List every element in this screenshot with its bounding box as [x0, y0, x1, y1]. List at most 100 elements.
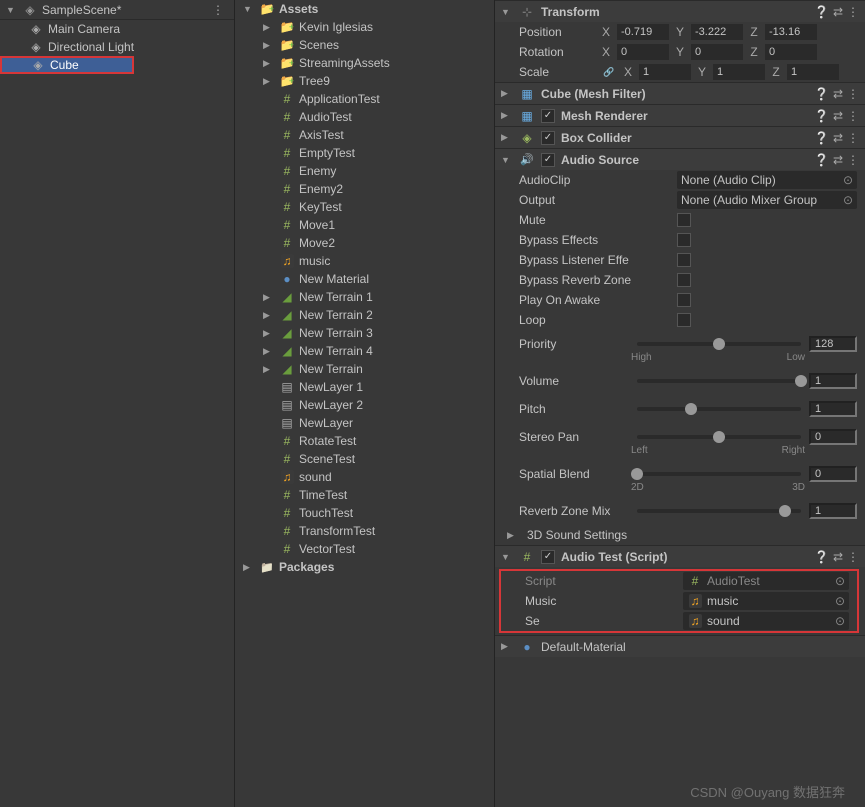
project-asset-NewLayer 1[interactable]: NewLayer 1	[235, 378, 494, 396]
se-field[interactable]: sound⊙	[683, 612, 849, 630]
foldout-icon[interactable]: ▶	[263, 292, 275, 303]
pitch-input[interactable]	[809, 401, 857, 417]
project-asset-ApplicationTest[interactable]: ApplicationTest	[235, 90, 494, 108]
transform-header[interactable]: ▼ Transform ❔ ⇄ ⋮	[495, 0, 865, 22]
foldout-icon[interactable]: ▶	[263, 22, 275, 33]
menu-icon[interactable]: ⋮	[847, 153, 859, 167]
default-material-header[interactable]: ▶ Default-Material	[495, 635, 865, 657]
project-folder[interactable]: ▶Tree9	[235, 72, 494, 90]
project-asset-AudioTest[interactable]: AudioTest	[235, 108, 494, 126]
foldout-icon[interactable]: ▼	[243, 4, 255, 14]
project-asset-VectorTest[interactable]: VectorTest	[235, 540, 494, 558]
bypass-effects-checkbox[interactable]	[677, 233, 691, 247]
output-field[interactable]: None (Audio Mixer Group⊙	[677, 191, 857, 209]
link-icon[interactable]	[601, 64, 617, 80]
project-asset-TouchTest[interactable]: TouchTest	[235, 504, 494, 522]
foldout-icon[interactable]: ▶	[263, 364, 275, 375]
object-picker-icon[interactable]: ⊙	[835, 574, 845, 588]
foldout-icon[interactable]: ▶	[263, 328, 275, 339]
foldout-icon[interactable]: ▼	[501, 7, 513, 17]
foldout-icon[interactable]: ▶	[501, 132, 513, 143]
preset-icon[interactable]: ⇄	[833, 5, 843, 19]
position-y-input[interactable]	[691, 24, 743, 40]
stereoPan-input[interactable]	[809, 429, 857, 445]
3d-sound-settings[interactable]: ▶ 3D Sound Settings	[495, 525, 865, 545]
foldout-icon[interactable]: ▶	[501, 88, 513, 99]
project-folder[interactable]: ▶Scenes	[235, 36, 494, 54]
project-asset-TimeTest[interactable]: TimeTest	[235, 486, 494, 504]
foldout-icon[interactable]: ▶	[501, 641, 513, 652]
foldout-icon[interactable]: ▶	[263, 346, 275, 357]
menu-icon[interactable]: ⋮	[847, 5, 859, 19]
component-header[interactable]: ▶Box Collider❔⇄⋮	[495, 126, 865, 148]
preset-icon[interactable]: ⇄	[833, 550, 843, 564]
project-asset-Move1[interactable]: Move1	[235, 216, 494, 234]
foldout-icon[interactable]: ▼	[501, 155, 513, 165]
mute-checkbox[interactable]	[677, 213, 691, 227]
stereoPan-slider[interactable]	[637, 435, 801, 439]
hierarchy-item-directional-light[interactable]: Directional Light	[0, 38, 234, 56]
project-packages[interactable]: ▶ Packages	[235, 558, 494, 576]
spatialBlend-input[interactable]	[809, 466, 857, 482]
component-enabled-checkbox[interactable]	[541, 109, 555, 123]
help-icon[interactable]: ❔	[814, 109, 829, 123]
hierarchy-item-cube[interactable]: Cube	[0, 56, 134, 74]
rotation-z-input[interactable]	[765, 44, 817, 60]
foldout-icon[interactable]: ▶	[263, 58, 275, 69]
volume-input[interactable]	[809, 373, 857, 389]
preset-icon[interactable]: ⇄	[833, 87, 843, 101]
component-header[interactable]: ▶Cube (Mesh Filter)❔⇄⋮	[495, 82, 865, 104]
scale-x-input[interactable]	[639, 64, 691, 80]
preset-icon[interactable]: ⇄	[833, 131, 843, 145]
component-enabled-checkbox[interactable]	[541, 131, 555, 145]
project-asset-New Terrain 4[interactable]: ▶New Terrain 4	[235, 342, 494, 360]
hierarchy-scene-header[interactable]: ▼ SampleScene* ⋮	[0, 0, 234, 20]
object-picker-icon[interactable]: ⊙	[835, 594, 845, 608]
audio-source-header[interactable]: ▼ Audio Source ❔⇄⋮	[495, 148, 865, 170]
object-picker-icon[interactable]: ⊙	[835, 614, 845, 628]
menu-icon[interactable]: ⋮	[847, 550, 859, 564]
project-asset-TransformTest[interactable]: TransformTest	[235, 522, 494, 540]
foldout-icon[interactable]: ▶	[243, 562, 255, 573]
project-asset-SceneTest[interactable]: SceneTest	[235, 450, 494, 468]
project-asset-KeyTest[interactable]: KeyTest	[235, 198, 494, 216]
project-asset-EmptyTest[interactable]: EmptyTest	[235, 144, 494, 162]
foldout-icon[interactable]: ▶	[263, 310, 275, 321]
audiotest-enabled-checkbox[interactable]	[541, 550, 555, 564]
foldout-icon[interactable]: ▶	[263, 40, 275, 51]
loop-checkbox[interactable]	[677, 313, 691, 327]
foldout-icon[interactable]: ▼	[501, 552, 513, 562]
help-icon[interactable]: ❔	[814, 153, 829, 167]
project-asset-NewLayer 2[interactable]: NewLayer 2	[235, 396, 494, 414]
volume-slider[interactable]	[637, 379, 801, 383]
help-icon[interactable]: ❔	[814, 5, 829, 19]
priority-slider[interactable]	[637, 342, 801, 346]
rotation-x-input[interactable]	[617, 44, 669, 60]
help-icon[interactable]: ❔	[814, 131, 829, 145]
menu-icon[interactable]: ⋮	[847, 109, 859, 123]
hierarchy-item-main-camera[interactable]: Main Camera	[0, 20, 234, 38]
pitch-slider[interactable]	[637, 407, 801, 411]
preset-icon[interactable]: ⇄	[833, 153, 843, 167]
reverbZone-input[interactable]	[809, 503, 857, 519]
audio-test-header[interactable]: ▼ Audio Test (Script) ❔⇄⋮	[495, 545, 865, 567]
project-asset-Enemy[interactable]: Enemy	[235, 162, 494, 180]
play-on-awake-checkbox[interactable]	[677, 293, 691, 307]
project-asset-New Terrain[interactable]: ▶New Terrain	[235, 360, 494, 378]
reverbZone-slider[interactable]	[637, 509, 801, 513]
project-asset-Enemy2[interactable]: Enemy2	[235, 180, 494, 198]
object-picker-icon[interactable]: ⊙	[843, 173, 853, 187]
scale-z-input[interactable]	[787, 64, 839, 80]
project-asset-RotateTest[interactable]: RotateTest	[235, 432, 494, 450]
project-asset-New Material[interactable]: New Material	[235, 270, 494, 288]
project-asset-AxisTest[interactable]: AxisTest	[235, 126, 494, 144]
bypass-listener-checkbox[interactable]	[677, 253, 691, 267]
rotation-y-input[interactable]	[691, 44, 743, 60]
foldout-icon[interactable]: ▼	[6, 5, 18, 15]
project-asset-Move2[interactable]: Move2	[235, 234, 494, 252]
audioclip-field[interactable]: None (Audio Clip)⊙	[677, 171, 857, 189]
object-picker-icon[interactable]: ⊙	[843, 193, 853, 207]
help-icon[interactable]: ❔	[814, 87, 829, 101]
component-header[interactable]: ▶Mesh Renderer❔⇄⋮	[495, 104, 865, 126]
spatialBlend-slider[interactable]	[637, 472, 801, 476]
